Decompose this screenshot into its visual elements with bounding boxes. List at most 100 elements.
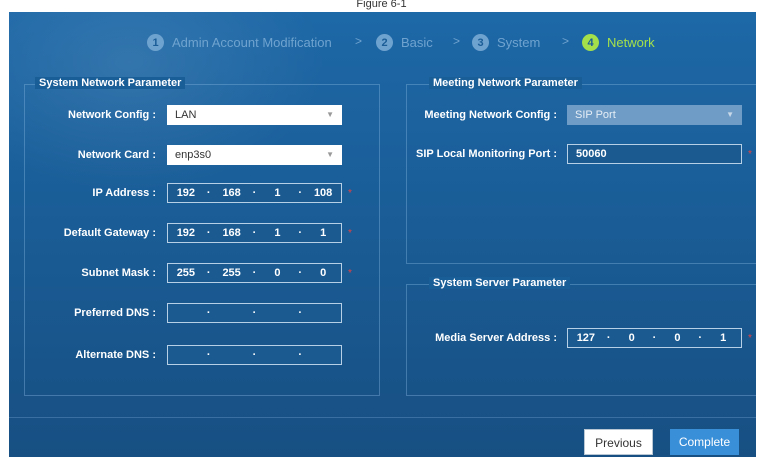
meeting-network-legend: Meeting Network Parameter [429,77,582,89]
subnet-mask-field[interactable]: 255 · 255 · 0 · 0 [167,263,342,283]
ip-dot: · [298,187,303,199]
ip-dot: · [252,307,257,319]
sip-port-input[interactable]: 50060 [567,144,742,164]
ip-octet[interactable]: 1 [260,187,296,199]
complete-button[interactable]: Complete [670,429,739,455]
ip-octet[interactable]: 108 [305,187,341,199]
ip-dot: · [652,332,657,344]
ip-octet[interactable]: 1 [705,332,741,344]
network-setup-window: 1 Admin Account Modification > 2 Basic >… [9,12,756,457]
step-separator-icon: > [453,34,461,48]
ip-octet[interactable]: 192 [168,227,204,239]
ip-dot: · [252,187,257,199]
ip-octet[interactable]: 255 [168,267,204,279]
step-network: 4 Network [582,34,655,51]
network-card-row: Network Card : enp3s0 ▼ [25,145,342,165]
chevron-down-icon: ▼ [726,110,734,119]
media-server-label: Media Server Address : [435,332,557,344]
system-server-legend: System Server Parameter [429,277,571,289]
previous-button[interactable]: Previous [584,429,653,455]
step-number: 4 [582,34,599,51]
wizard-stepper: 1 Admin Account Modification > 2 Basic >… [9,34,756,54]
footer-divider [9,417,756,418]
alternate-dns-label: Alternate DNS : [75,349,156,361]
system-network-panel: System Network Parameter Network Config … [24,77,380,396]
network-card-value: enp3s0 [175,149,212,161]
ip-address-label: IP Address : [92,187,156,199]
alternate-dns-field[interactable]: · · · [167,345,342,365]
required-mark: * [748,332,752,344]
ip-address-field[interactable]: 192 · 168 · 1 · 108 [167,183,342,203]
step-admin-account: 1 Admin Account Modification [147,34,332,51]
ip-address-row: IP Address : 192 · 168 · 1 · 108 * [25,183,352,203]
ip-dot: · [606,332,611,344]
required-mark: * [348,227,352,239]
default-gateway-label: Default Gateway : [63,227,156,239]
preferred-dns-row: Preferred DNS : · · · [25,303,342,323]
ip-octet[interactable]: 0 [614,332,650,344]
ip-octet[interactable]: 255 [214,267,250,279]
step-label: Basic [401,35,433,50]
sip-port-label: SIP Local Monitoring Port : [416,148,557,160]
step-label: Network [607,35,655,50]
ip-octet[interactable]: 1 [260,227,296,239]
step-system: 3 System [472,34,540,51]
chevron-down-icon: ▼ [326,150,334,159]
ip-octet[interactable]: 127 [568,332,604,344]
ip-dot: · [206,227,211,239]
media-server-row: Media Server Address : 127 · 0 · 0 · 1 * [407,328,752,348]
ip-octet[interactable]: 0 [660,332,696,344]
network-config-row: Network Config : LAN ▼ [25,105,342,125]
required-mark: * [348,267,352,279]
required-mark: * [348,187,352,199]
ip-octet[interactable]: 1 [305,227,341,239]
required-mark: * [748,148,752,160]
system-network-legend: System Network Parameter [35,77,186,89]
chevron-down-icon: ▼ [326,110,334,119]
network-config-select[interactable]: LAN ▼ [167,105,342,125]
system-server-panel: System Server Parameter Media Server Add… [406,277,756,396]
sip-port-row: SIP Local Monitoring Port : 50060 * [407,144,752,164]
ip-dot: · [252,349,257,361]
network-config-value: LAN [175,109,197,121]
ip-dot: · [298,227,303,239]
sip-port-value: 50060 [576,148,607,160]
meeting-network-panel: Meeting Network Parameter Meeting Networ… [406,77,756,264]
ip-dot: · [206,267,211,279]
meeting-network-config-select[interactable]: SIP Port ▼ [567,105,742,125]
step-separator-icon: > [562,34,570,48]
meeting-network-config-value: SIP Port [575,109,616,121]
step-label: Admin Account Modification [172,35,332,50]
figure-caption: Figure 6-1 [356,0,407,10]
alternate-dns-row: Alternate DNS : · · · [25,345,342,365]
network-config-label: Network Config : [68,109,156,121]
ip-octet[interactable]: 0 [305,267,341,279]
ip-dot: · [298,349,303,361]
subnet-mask-label: Subnet Mask : [81,267,156,279]
step-number: 2 [376,34,393,51]
ip-dot: · [206,187,211,199]
ip-dot: · [206,349,211,361]
ip-octet[interactable]: 0 [260,267,296,279]
ip-octet[interactable]: 168 [214,187,250,199]
ip-dot: · [298,267,303,279]
ip-dot: · [698,332,703,344]
meeting-network-config-label: Meeting Network Config : [424,109,557,121]
network-card-label: Network Card : [77,149,156,161]
ip-octet[interactable]: 192 [168,187,204,199]
preferred-dns-field[interactable]: · · · [167,303,342,323]
ip-octet[interactable]: 168 [214,227,250,239]
network-card-select[interactable]: enp3s0 ▼ [167,145,342,165]
step-label: System [497,35,541,50]
meeting-network-config-row: Meeting Network Config : SIP Port ▼ [407,105,742,125]
media-server-field[interactable]: 127 · 0 · 0 · 1 [567,328,742,348]
default-gateway-row: Default Gateway : 192 · 168 · 1 · 1 * [25,223,352,243]
step-separator-icon: > [355,34,363,48]
step-basic: 2 Basic [376,34,433,51]
ip-dot: · [206,307,211,319]
default-gateway-field[interactable]: 192 · 168 · 1 · 1 [167,223,342,243]
step-number: 1 [147,34,164,51]
preferred-dns-label: Preferred DNS : [74,307,156,319]
ip-dot: · [298,307,303,319]
ip-dot: · [252,267,257,279]
